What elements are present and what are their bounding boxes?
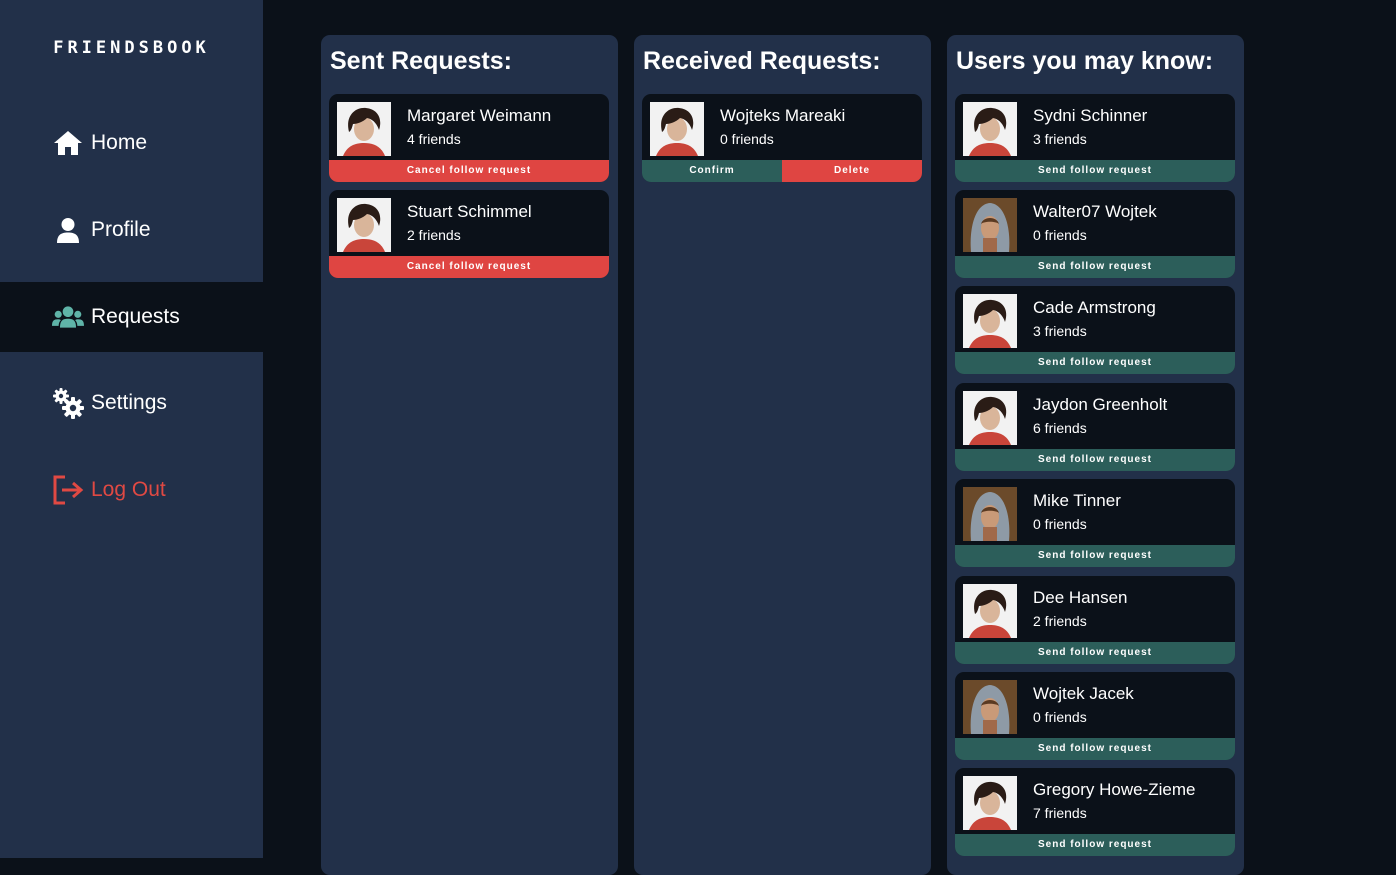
send-follow-request-button[interactable]: Send follow request bbox=[955, 256, 1235, 278]
suggested-users-column: Users you may know: Sydni Schinner 3 fri… bbox=[947, 35, 1244, 875]
user-name[interactable]: Wojtek Jacek bbox=[1033, 684, 1134, 704]
avatar[interactable] bbox=[963, 294, 1017, 348]
user-icon bbox=[52, 214, 84, 246]
avatar[interactable] bbox=[963, 776, 1017, 830]
avatar[interactable] bbox=[963, 680, 1017, 734]
sidebar-item-label: Settings bbox=[91, 391, 167, 414]
friend-count: 3 friends bbox=[1033, 323, 1087, 339]
column-title: Sent Requests: bbox=[330, 47, 512, 75]
column-title: Received Requests: bbox=[643, 47, 881, 75]
avatar[interactable] bbox=[963, 198, 1017, 252]
user-name[interactable]: Cade Armstrong bbox=[1033, 298, 1156, 318]
friend-count: 7 friends bbox=[1033, 805, 1087, 821]
friend-count: 2 friends bbox=[407, 227, 461, 243]
user-name[interactable]: Wojteks Mareaki bbox=[720, 106, 845, 126]
cancel-follow-request-button[interactable]: Cancel follow request bbox=[329, 160, 609, 182]
user-card: Gregory Howe-Zieme 7 friends Send follow… bbox=[955, 768, 1235, 856]
send-follow-request-button[interactable]: Send follow request bbox=[955, 449, 1235, 471]
sidebar: FRIENDSBOOK Home Profile Requests Settin… bbox=[0, 0, 263, 858]
cancel-follow-request-button[interactable]: Cancel follow request bbox=[329, 256, 609, 278]
avatar[interactable] bbox=[963, 102, 1017, 156]
avatar[interactable] bbox=[337, 102, 391, 156]
user-card: Mike Tinner 0 friends Send follow reques… bbox=[955, 479, 1235, 567]
confirm-button[interactable]: Confirm bbox=[642, 160, 782, 182]
avatar[interactable] bbox=[650, 102, 704, 156]
user-name[interactable]: Mike Tinner bbox=[1033, 491, 1121, 511]
sidebar-item-requests[interactable]: Requests bbox=[0, 282, 263, 352]
app-logo[interactable]: FRIENDSBOOK bbox=[0, 38, 263, 58]
friend-count: 0 friends bbox=[720, 131, 774, 147]
friend-count: 0 friends bbox=[1033, 709, 1087, 725]
user-card: Walter07 Wojtek 0 friends Send follow re… bbox=[955, 190, 1235, 278]
user-name[interactable]: Walter07 Wojtek bbox=[1033, 202, 1157, 222]
friend-count: 3 friends bbox=[1033, 131, 1087, 147]
sidebar-item-logout[interactable]: Log Out bbox=[0, 455, 263, 525]
sidebar-item-label: Log Out bbox=[91, 478, 166, 501]
user-name[interactable]: Dee Hansen bbox=[1033, 588, 1128, 608]
sent-requests-column: Sent Requests: Margaret Weimann 4 friend… bbox=[321, 35, 618, 875]
friend-count: 0 friends bbox=[1033, 227, 1087, 243]
logout-icon bbox=[52, 474, 84, 506]
send-follow-request-button[interactable]: Send follow request bbox=[955, 738, 1235, 760]
send-follow-request-button[interactable]: Send follow request bbox=[955, 642, 1235, 664]
user-card: Dee Hansen 2 friends Send follow request bbox=[955, 576, 1235, 664]
user-card: Stuart Schimmel 2 friends Cancel follow … bbox=[329, 190, 609, 278]
send-follow-request-button[interactable]: Send follow request bbox=[955, 160, 1235, 182]
friend-count: 6 friends bbox=[1033, 420, 1087, 436]
user-card: Wojteks Mareaki 0 friends Confirm Delete bbox=[642, 94, 922, 182]
user-card: Margaret Weimann 4 friends Cancel follow… bbox=[329, 94, 609, 182]
sidebar-item-settings[interactable]: Settings bbox=[0, 368, 263, 438]
user-name[interactable]: Gregory Howe-Zieme bbox=[1033, 780, 1196, 800]
sidebar-item-label: Profile bbox=[91, 218, 151, 241]
user-card: Sydni Schinner 3 friends Send follow req… bbox=[955, 94, 1235, 182]
user-card: Cade Armstrong 3 friends Send follow req… bbox=[955, 286, 1235, 374]
send-follow-request-button[interactable]: Send follow request bbox=[955, 834, 1235, 856]
user-name[interactable]: Sydni Schinner bbox=[1033, 106, 1147, 126]
avatar[interactable] bbox=[963, 391, 1017, 445]
user-card: Wojtek Jacek 0 friends Send follow reque… bbox=[955, 672, 1235, 760]
friend-count: 2 friends bbox=[1033, 613, 1087, 629]
user-name[interactable]: Stuart Schimmel bbox=[407, 202, 532, 222]
users-icon bbox=[52, 301, 84, 333]
received-requests-column: Received Requests: Wojteks Mareaki 0 fri… bbox=[634, 35, 931, 875]
avatar[interactable] bbox=[963, 584, 1017, 638]
sidebar-item-label: Requests bbox=[91, 305, 180, 328]
home-icon bbox=[52, 127, 84, 159]
gears-icon bbox=[52, 387, 84, 419]
column-title: Users you may know: bbox=[956, 47, 1214, 75]
delete-button[interactable]: Delete bbox=[782, 160, 922, 182]
user-card: Jaydon Greenholt 6 friends Send follow r… bbox=[955, 383, 1235, 471]
send-follow-request-button[interactable]: Send follow request bbox=[955, 352, 1235, 374]
avatar[interactable] bbox=[337, 198, 391, 252]
sidebar-item-label: Home bbox=[91, 131, 148, 154]
sidebar-item-home[interactable]: Home bbox=[0, 108, 263, 178]
user-name[interactable]: Margaret Weimann bbox=[407, 106, 551, 126]
sidebar-item-profile[interactable]: Profile bbox=[0, 195, 263, 265]
friend-count: 0 friends bbox=[1033, 516, 1087, 532]
send-follow-request-button[interactable]: Send follow request bbox=[955, 545, 1235, 567]
friend-count: 4 friends bbox=[407, 131, 461, 147]
user-name[interactable]: Jaydon Greenholt bbox=[1033, 395, 1167, 415]
avatar[interactable] bbox=[963, 487, 1017, 541]
